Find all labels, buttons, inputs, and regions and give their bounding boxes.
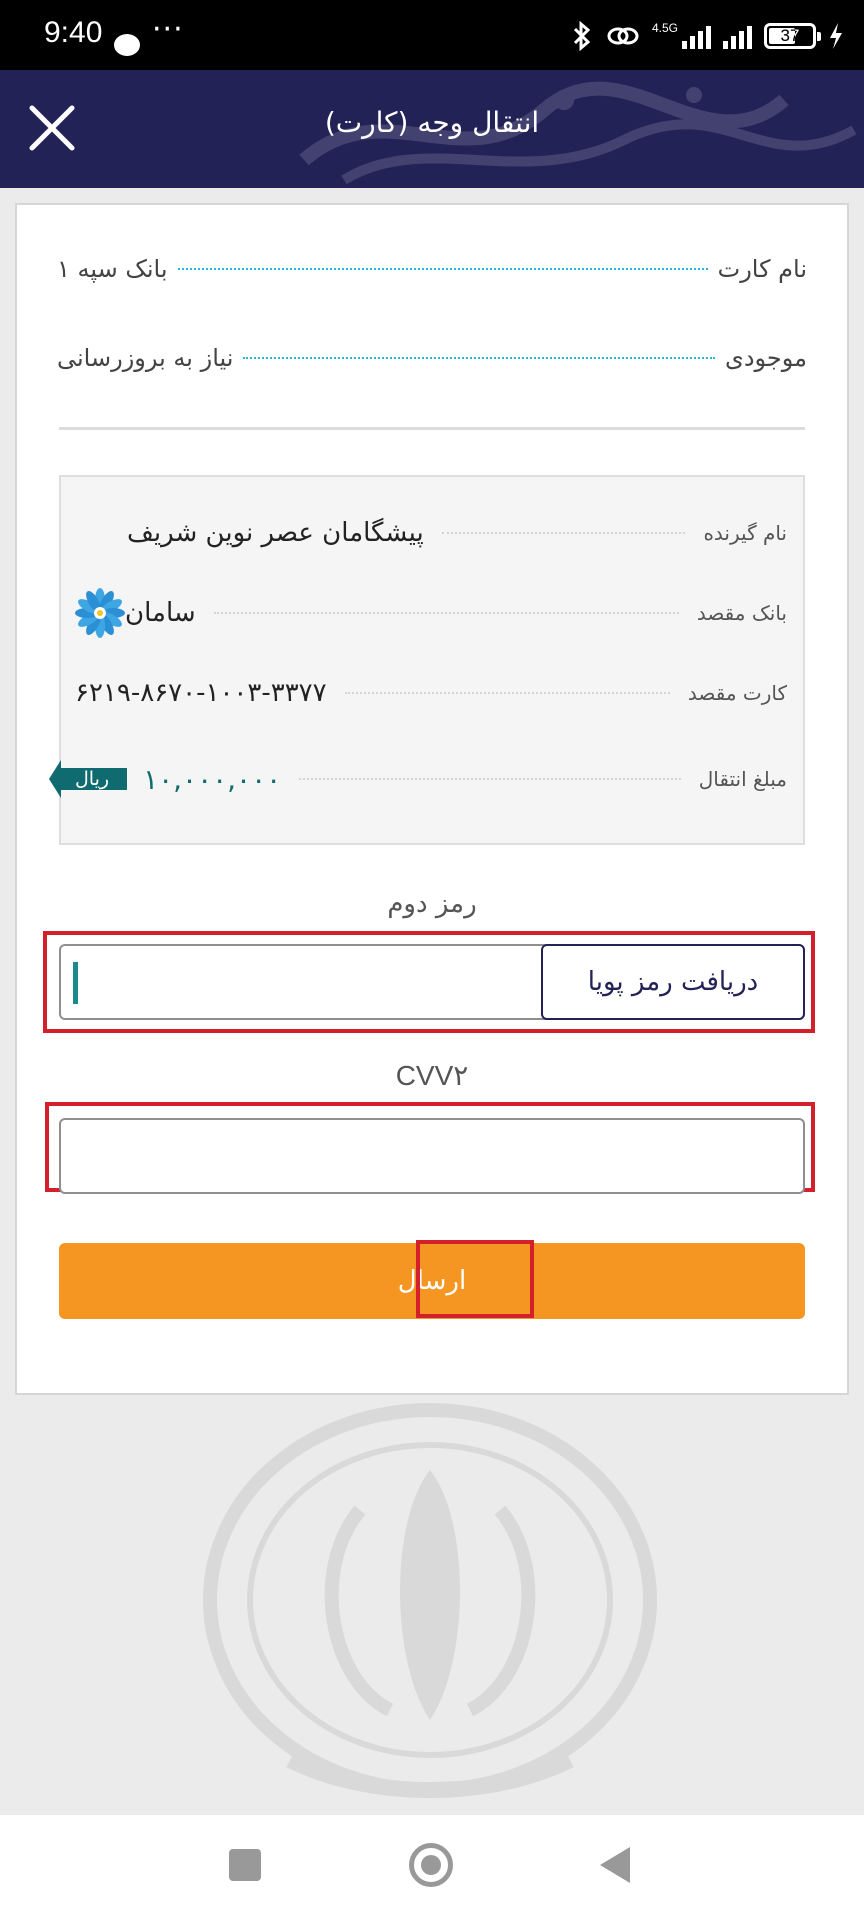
bluetooth-icon bbox=[573, 21, 591, 51]
transfer-summary: نام گیرنده پیشگامان عصر نوین شریف بانک م… bbox=[48, 475, 805, 845]
get-dynamic-password-button[interactable]: دریافت رمز پویا bbox=[541, 944, 805, 1020]
card-name-label: نام کارت bbox=[717, 255, 807, 283]
status-time: 9:40 bbox=[44, 16, 103, 49]
second-password-label: رمز دوم bbox=[387, 889, 477, 919]
dest-bank-label: بانک مقصد bbox=[696, 601, 787, 625]
dotted-separator bbox=[344, 692, 670, 694]
page-title: انتقال وجه (کارت) bbox=[324, 106, 540, 139]
balance-row[interactable]: موجودی نیاز به بروزرسانی bbox=[57, 338, 807, 378]
highlight-box bbox=[416, 1240, 534, 1318]
dest-card-label: کارت مقصد bbox=[687, 681, 787, 705]
charging-icon bbox=[830, 23, 842, 49]
network-type: 4.5G bbox=[651, 21, 678, 35]
amount-label: مبلغ انتقال bbox=[698, 767, 787, 791]
status-bar: 9:40 ··· 4.5G 37 bbox=[0, 0, 864, 70]
signal-icon bbox=[682, 23, 711, 49]
signal-icon-2 bbox=[723, 23, 752, 49]
dotted-separator bbox=[177, 268, 708, 270]
card-name-row: نام کارت بانک سپه ۱ bbox=[57, 249, 807, 289]
dotted-separator bbox=[441, 532, 686, 534]
system-nav-bar bbox=[0, 1815, 864, 1920]
balance-update-link[interactable]: نیاز به بروزرسانی bbox=[57, 344, 233, 372]
link-icon bbox=[607, 27, 639, 45]
transfer-card: نام کارت بانک سپه ۱ موجودی نیاز به بروزر… bbox=[15, 203, 849, 1395]
dotted-separator bbox=[299, 778, 681, 780]
recipient-row: نام گیرنده پیشگامان عصر نوین شریف bbox=[61, 513, 803, 553]
recipient-value: پیشگامان عصر نوین شریف bbox=[127, 518, 424, 548]
saman-bank-logo-icon bbox=[75, 588, 125, 638]
back-icon[interactable] bbox=[600, 1847, 630, 1883]
app-header: انتقال وجه (کارت) bbox=[0, 70, 864, 188]
cvv2-label: CVV۲ bbox=[395, 1060, 469, 1091]
recent-apps-icon[interactable] bbox=[229, 1849, 261, 1881]
home-icon[interactable] bbox=[409, 1843, 453, 1887]
currency-tag: ریال bbox=[48, 760, 128, 798]
dest-card-value: ۶۲۱۹-۸۶۷۰-۱۰۰۳-۳۳۷۷ bbox=[75, 678, 327, 708]
submit-button[interactable]: ارسال bbox=[59, 1240, 805, 1319]
dest-bank-value: سامان bbox=[125, 598, 196, 628]
cvv2-input[interactable] bbox=[59, 1118, 805, 1194]
recipient-label: نام گیرنده bbox=[703, 521, 787, 545]
balance-label: موجودی bbox=[725, 344, 807, 372]
bank-emblem-watermark bbox=[203, 1403, 657, 1798]
dotted-separator bbox=[243, 357, 716, 359]
more-notifications-icon: ··· bbox=[152, 12, 184, 47]
card-name-value: بانک سپه ۱ bbox=[57, 255, 168, 283]
dest-bank-row: بانک مقصد سامان bbox=[61, 588, 803, 638]
battery-level: 37 bbox=[780, 26, 800, 45]
amount-value: ۱۰,۰۰۰,۰۰۰ bbox=[143, 762, 282, 796]
dest-card-row: کارت مقصد ۶۲۱۹-۸۶۷۰-۱۰۰۳-۳۳۷۷ bbox=[61, 673, 803, 713]
text-cursor bbox=[73, 962, 78, 1004]
divider bbox=[59, 427, 805, 430]
amount-row: مبلغ انتقال ۱۰,۰۰۰,۰۰۰ ریال bbox=[48, 759, 803, 799]
second-password-input[interactable]: دریافت رمز پویا bbox=[59, 944, 805, 1020]
chat-notification-icon bbox=[114, 34, 140, 56]
dotted-separator bbox=[213, 612, 679, 614]
currency-label: ریال bbox=[61, 768, 128, 790]
status-icons: 4.5G 37 bbox=[570, 18, 844, 54]
battery-icon: 37 bbox=[764, 23, 821, 49]
